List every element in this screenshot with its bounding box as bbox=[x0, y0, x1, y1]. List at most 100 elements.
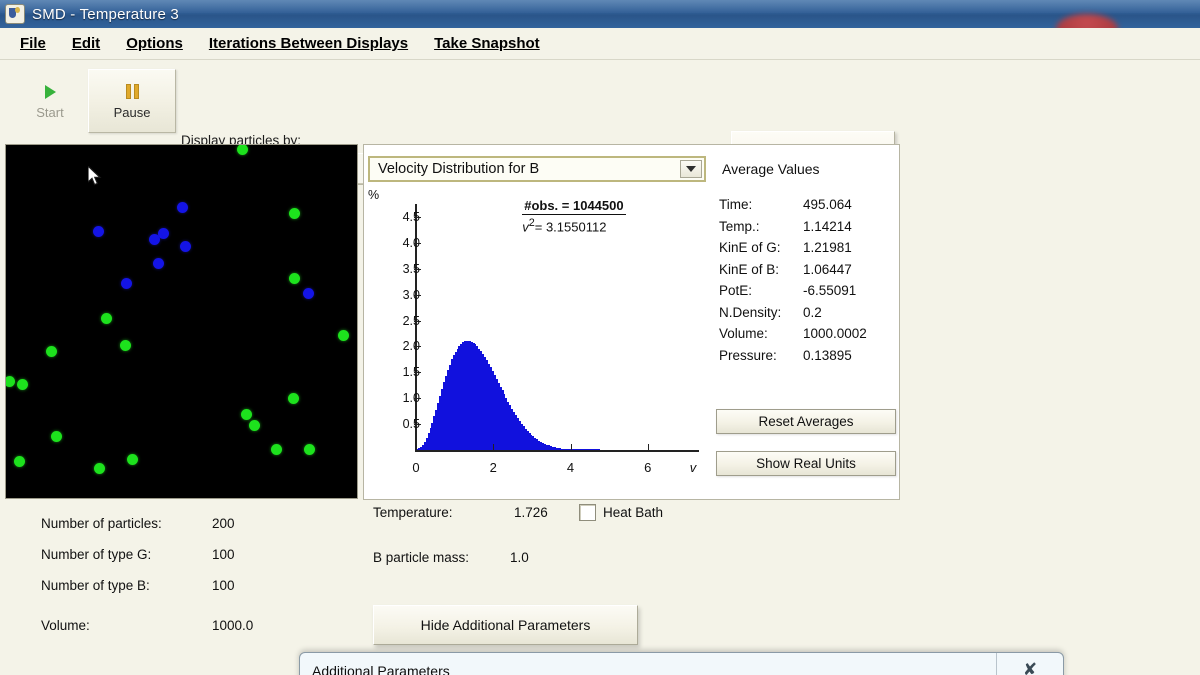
y-axis-tick-label: 2.0 bbox=[402, 339, 420, 354]
particle-green bbox=[289, 273, 300, 284]
java-coffee-icon bbox=[6, 5, 24, 23]
x-axis-tick-mark bbox=[493, 444, 495, 450]
menu-file[interactable]: File bbox=[10, 32, 56, 55]
particle-green bbox=[304, 444, 315, 455]
chevron-down-icon[interactable] bbox=[680, 160, 702, 178]
x-axis-tick-mark bbox=[416, 444, 417, 450]
reset-averages-button[interactable]: Reset Averages bbox=[716, 409, 896, 434]
x-axis-tick-mark bbox=[570, 444, 572, 450]
x-axis-tick-label: 4 bbox=[566, 460, 575, 475]
average-value-number: 0.13895 bbox=[803, 347, 852, 363]
chart-type-value: Velocity Distribution for B bbox=[378, 161, 540, 177]
particle-blue bbox=[149, 234, 160, 245]
title-bar-glare bbox=[0, 0, 1200, 13]
velocity-histogram-plot: % #obs. = 1044500 v2= 3.1550112 0.5 1.0 1.… bbox=[368, 186, 702, 478]
y-axis-tick-mark bbox=[414, 268, 421, 270]
y-axis-tick-label: 4.0 bbox=[402, 235, 420, 250]
start-button-label: Start bbox=[36, 104, 64, 120]
particle-green bbox=[237, 145, 248, 155]
particle-green bbox=[249, 420, 260, 431]
temperature-label: Temperature: bbox=[373, 505, 453, 520]
y-axis-label: % bbox=[368, 188, 380, 202]
start-button[interactable]: Start bbox=[6, 69, 94, 133]
y-axis-tick-label: 1.5 bbox=[402, 365, 420, 380]
menu-options-label: Options bbox=[126, 35, 183, 52]
temperature-value: 1.726 bbox=[514, 505, 548, 520]
pause-button[interactable]: Pause bbox=[88, 69, 176, 133]
additional-parameters-window[interactable]: Additional Parameters ✘ bbox=[299, 652, 1064, 675]
y-axis-tick-mark bbox=[414, 320, 421, 322]
show-real-units-button[interactable]: Show Real Units bbox=[716, 451, 896, 476]
heat-bath-checkbox[interactable] bbox=[579, 504, 596, 521]
y-axis-tick-mark bbox=[414, 216, 421, 218]
average-value-number: 495.064 bbox=[803, 197, 852, 212]
x-axis-line bbox=[415, 450, 699, 452]
particle-display-canvas[interactable] bbox=[5, 144, 358, 499]
particle-blue bbox=[177, 202, 188, 213]
particle-blue bbox=[153, 258, 164, 269]
y-axis-tick-mark bbox=[414, 242, 421, 244]
menu-file-label: File bbox=[20, 35, 46, 52]
annotation-v-value: = 3.1550112 bbox=[534, 219, 607, 235]
y-axis-tick-label: 2.5 bbox=[402, 313, 420, 328]
y-axis-tick-mark bbox=[414, 294, 421, 296]
simulation-stat-value: 100 bbox=[212, 547, 235, 562]
particle-green bbox=[288, 393, 299, 404]
particle-green bbox=[94, 463, 105, 474]
window-title: SMD - Temperature 3 bbox=[32, 5, 179, 23]
x-axis-label: v bbox=[689, 460, 697, 475]
chart-type-select[interactable]: Velocity Distribution for B bbox=[368, 156, 706, 182]
particle-blue bbox=[93, 226, 104, 237]
average-value-key: Temp.: bbox=[719, 218, 760, 234]
y-axis-tick-mark bbox=[414, 424, 421, 426]
menu-iterations-between-displays[interactable]: Iterations Between Displays bbox=[199, 32, 418, 55]
simulation-stat-value: 1000.0 bbox=[212, 618, 254, 633]
x-axis-tick-label: 6 bbox=[644, 460, 652, 475]
simulation-stat-value: 200 bbox=[212, 516, 235, 531]
menu-take-snapshot[interactable]: Take Snapshot bbox=[424, 32, 550, 55]
close-x-icon[interactable]: ✘ bbox=[996, 653, 1063, 675]
menu-bar: File Edit Options Iterations Between Dis… bbox=[0, 28, 1200, 60]
heat-bath-label: Heat Bath bbox=[603, 505, 664, 520]
simulation-stat-value: 100 bbox=[212, 578, 235, 593]
y-axis-tick-label: 3.0 bbox=[402, 287, 420, 302]
particle-green bbox=[17, 379, 28, 390]
particle-blue bbox=[303, 288, 314, 299]
menu-iterations-label: Iterations Between Displays bbox=[208, 35, 409, 52]
average-value-key: PotE: bbox=[719, 283, 753, 298]
application-window: SMD - Temperature 3 File Edit Options It… bbox=[0, 0, 1200, 675]
menu-take-snapshot-label: Take Snapshot bbox=[434, 35, 540, 52]
particle-green bbox=[127, 454, 138, 465]
annotation-nobs: #obs. = 1044500 bbox=[522, 198, 626, 215]
simulation-stat-key: Number of type G: bbox=[41, 547, 152, 562]
particle-green bbox=[289, 208, 300, 219]
average-value-number: 1.14214 bbox=[803, 218, 852, 234]
menu-edit-label: Edit bbox=[71, 35, 101, 52]
average-value-key: Volume: bbox=[719, 326, 768, 341]
average-values-title: Average Values bbox=[722, 161, 820, 177]
particle-green bbox=[101, 313, 112, 324]
x-axis-tick-label: 0 bbox=[412, 460, 420, 475]
particle-green bbox=[51, 431, 62, 442]
window-close-button[interactable] bbox=[1056, 14, 1118, 28]
particle-green bbox=[46, 346, 57, 357]
additional-parameters-title: Additional Parameters bbox=[312, 663, 450, 675]
particle-blue bbox=[121, 278, 132, 289]
hide-additional-parameters-button[interactable]: Hide Additional Parameters bbox=[373, 605, 638, 645]
average-value-number: 1.06447 bbox=[803, 261, 852, 277]
average-value-number: -6.55091 bbox=[803, 283, 857, 298]
menu-options[interactable]: Options bbox=[116, 32, 193, 55]
play-triangle-icon bbox=[44, 83, 56, 101]
average-value-key: Pressure: bbox=[719, 347, 777, 363]
title-bar: SMD - Temperature 3 bbox=[0, 0, 1200, 28]
x-axis-tick-mark bbox=[647, 444, 649, 450]
average-value-key: KinE of B: bbox=[719, 261, 780, 277]
particle-green bbox=[120, 340, 131, 351]
average-value-number: 1000.0002 bbox=[803, 326, 867, 341]
particle-green bbox=[6, 376, 15, 387]
average-value-key: N.Density: bbox=[719, 304, 782, 320]
simulation-stat-key: Number of particles: bbox=[41, 516, 162, 531]
b-particle-mass-label: B particle mass: bbox=[373, 550, 470, 565]
particle-green bbox=[241, 409, 252, 420]
menu-edit[interactable]: Edit bbox=[62, 32, 110, 55]
